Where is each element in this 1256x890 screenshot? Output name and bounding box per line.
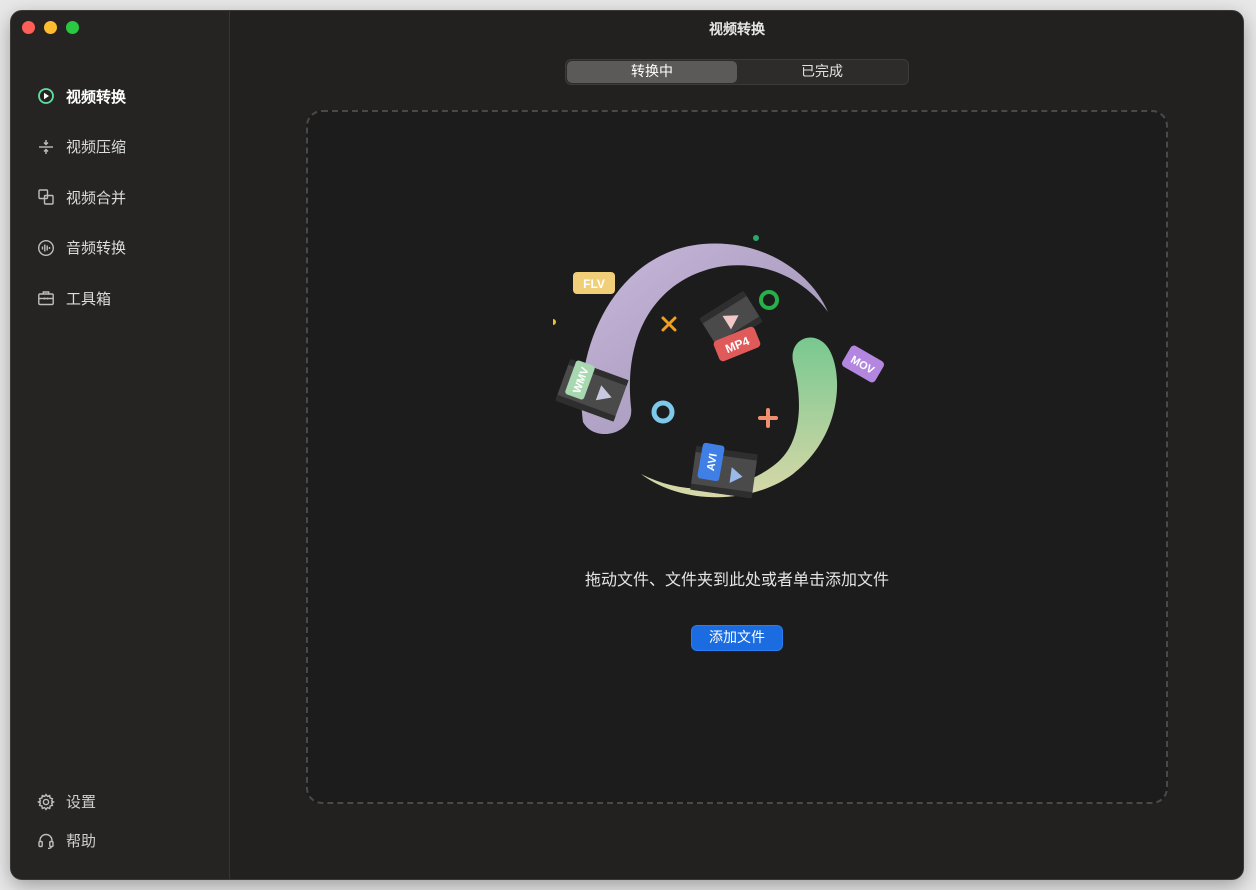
sidebar-item-video-compress[interactable]: 视频压缩 xyxy=(11,122,230,173)
dropzone-hint: 拖动文件、文件夹到此处或者单击添加文件 xyxy=(584,570,889,589)
status-segmented-control: 转换中 已完成 xyxy=(565,59,909,85)
sidebar-item-label: 工具箱 xyxy=(66,289,112,308)
compress-icon xyxy=(37,138,55,156)
file-dropzone[interactable]: FLV MP4 MOV WMV AVI 拖动文件、文件夹到此处或者单击添加文件 … xyxy=(306,110,1168,804)
play-circle-icon xyxy=(37,87,55,105)
window-controls xyxy=(22,21,79,34)
audio-wave-icon xyxy=(37,239,55,257)
sidebar-item-label: 视频转换 xyxy=(66,87,127,106)
sidebar-item-label: 视频合并 xyxy=(66,188,127,207)
sidebar-item-label: 帮助 xyxy=(66,832,97,850)
add-file-button[interactable]: 添加文件 xyxy=(692,626,782,650)
flv-badge: FLV xyxy=(573,272,615,294)
app-window: 视频转换 视频压缩 视频合并 音频转换 工具箱 设置 帮助 视频转换 转换中 已… xyxy=(11,11,1243,879)
minimize-window-button[interactable] xyxy=(44,21,57,34)
main-panel: 视频转换 转换中 已完成 FLV MP4 MOV WMV AVI 拖动文件、文件… xyxy=(231,11,1243,879)
sidebar-item-video-convert[interactable]: 视频转换 xyxy=(11,71,230,122)
tab-converting[interactable]: 转换中 xyxy=(567,61,737,83)
sidebar-item-label: 音频转换 xyxy=(66,239,127,258)
close-window-button[interactable] xyxy=(22,21,35,34)
sidebar-item-help[interactable]: 帮助 xyxy=(11,821,230,860)
sidebar-item-settings[interactable]: 设置 xyxy=(11,782,230,821)
toolbox-icon xyxy=(37,289,55,307)
merge-icon xyxy=(37,188,55,206)
sidebar-item-video-merge[interactable]: 视频合并 xyxy=(11,172,230,223)
sidebar-item-toolbox[interactable]: 工具箱 xyxy=(11,273,230,324)
sidebar-item-label: 设置 xyxy=(66,793,97,811)
format-illustration: FLV MP4 MOV WMV AVI xyxy=(553,235,884,499)
sidebar-item-label: 视频压缩 xyxy=(66,138,127,157)
sidebar-item-audio-convert[interactable]: 音频转换 xyxy=(11,223,230,274)
gear-icon xyxy=(37,792,55,811)
sidebar-nav: 视频转换 视频压缩 视频合并 音频转换 工具箱 xyxy=(11,71,230,324)
tab-completed[interactable]: 已完成 xyxy=(737,61,907,83)
sidebar: 视频转换 视频压缩 视频合并 音频转换 工具箱 设置 帮助 xyxy=(11,11,230,879)
maximize-window-button[interactable] xyxy=(66,21,79,34)
sidebar-bottom-nav: 设置 帮助 xyxy=(11,782,230,860)
window-title: 视频转换 xyxy=(709,22,765,38)
svg-text:FLV: FLV xyxy=(583,277,605,291)
headset-icon xyxy=(37,832,55,850)
